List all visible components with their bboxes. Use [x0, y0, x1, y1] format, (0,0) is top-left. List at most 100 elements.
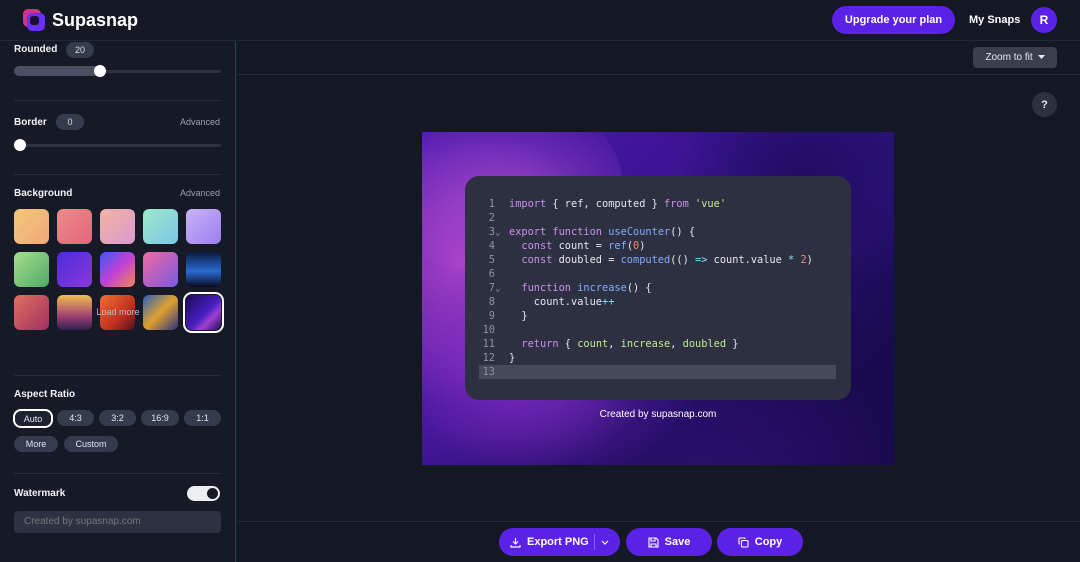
divider: [14, 375, 221, 376]
line-number: 11: [482, 338, 495, 350]
watermark-toggle[interactable]: [187, 486, 220, 501]
fold-icon[interactable]: ⌄: [495, 282, 509, 296]
border-value: 0: [56, 114, 84, 130]
code-line: 3⌄ export function useCounter() {: [479, 225, 836, 239]
app-header: Supasnap Upgrade your plan My Snaps R: [0, 0, 1080, 41]
aspect-ratio-custom[interactable]: Custom: [64, 436, 118, 452]
background-advanced-link[interactable]: Advanced: [180, 188, 220, 198]
code-text: function increase() {: [521, 282, 652, 294]
aspect-ratio-16-9[interactable]: 16:9: [141, 410, 179, 426]
line-number: 5: [488, 254, 495, 266]
code-text: return { count, increase, doubled }: [521, 338, 739, 350]
chevron-down-icon[interactable]: [601, 540, 609, 545]
background-swatch-1[interactable]: [14, 209, 49, 244]
code-line: 8 count.value++: [479, 295, 836, 309]
aspect-ratio-1-1[interactable]: 1:1: [184, 410, 221, 426]
line-number: 6: [488, 268, 495, 280]
line-number: 13: [482, 366, 495, 378]
chevron-down-icon: [1037, 55, 1045, 59]
save-button[interactable]: Save: [626, 528, 712, 556]
background-swatch-7[interactable]: [57, 252, 92, 287]
code-line: 9 }: [479, 309, 836, 323]
save-label: Save: [664, 536, 691, 548]
background-swatch-5[interactable]: [186, 209, 221, 244]
aspect-ratio-auto[interactable]: Auto: [13, 409, 53, 428]
divider: [14, 174, 221, 175]
code-line: 12 }: [479, 351, 836, 365]
background-swatch-6[interactable]: [14, 252, 49, 287]
fold-icon[interactable]: ⌄: [495, 226, 509, 240]
logo-icon[interactable]: [23, 9, 45, 31]
watermark-label: Watermark: [14, 488, 66, 499]
line-number: 9: [488, 310, 495, 322]
brand-name[interactable]: Supasnap: [52, 10, 138, 31]
line-number: 3: [488, 226, 495, 238]
copy-button[interactable]: Copy: [717, 528, 803, 556]
code-text: import { ref, computed } from 'vue': [509, 198, 727, 210]
code-line: 13: [479, 365, 836, 379]
aspect-ratio-label: Aspect Ratio: [14, 389, 76, 400]
code-line: 4 const count = ref(0): [479, 239, 836, 253]
code-text: export function useCounter() {: [509, 226, 696, 238]
toggle-knob: [207, 488, 218, 499]
zoom-label: Zoom to fit: [985, 52, 1033, 63]
line-number: 10: [482, 324, 495, 336]
background-swatch-10[interactable]: [186, 252, 221, 287]
copy-label: Copy: [754, 536, 783, 548]
border-slider-track[interactable]: [14, 144, 221, 147]
background-label: Background: [14, 188, 73, 199]
code-block[interactable]: 1 import { ref, computed } from 'vue' 2 3…: [479, 197, 836, 379]
rounded-label: Rounded: [14, 44, 58, 55]
border-advanced-link[interactable]: Advanced: [180, 117, 220, 127]
code-text: }: [509, 310, 528, 322]
line-number: 2: [488, 212, 495, 224]
export-divider: [594, 534, 595, 550]
code-text: }: [509, 352, 516, 364]
rounded-value: 20: [66, 42, 94, 58]
my-snaps-link[interactable]: My Snaps: [969, 14, 1020, 26]
code-line: 2: [479, 211, 836, 225]
background-swatch-3[interactable]: [100, 209, 135, 244]
aspect-ratio-more[interactable]: More: [14, 436, 58, 452]
line-number: 12: [482, 352, 495, 364]
aspect-ratio-4-3[interactable]: 4:3: [57, 410, 94, 426]
watermark-credit: Created by supasnap.com: [599, 409, 717, 420]
upgrade-plan-button[interactable]: Upgrade your plan: [832, 6, 955, 34]
line-number: 1: [488, 198, 495, 210]
background-swatch-4[interactable]: [143, 209, 178, 244]
code-line: 5 const doubled = computed(() => count.v…: [479, 253, 836, 267]
help-button[interactable]: ?: [1032, 92, 1057, 117]
code-line: 1 import { ref, computed } from 'vue': [479, 197, 836, 211]
border-slider-thumb[interactable]: [14, 139, 26, 151]
background-swatch-2[interactable]: [57, 209, 92, 244]
watermark-input[interactable]: [14, 511, 221, 533]
code-line: 11 return { count, increase, doubled }: [479, 337, 836, 351]
avatar[interactable]: R: [1031, 7, 1057, 33]
background-swatch-9[interactable]: [143, 252, 178, 287]
save-icon: [648, 536, 659, 548]
rounded-slider-thumb[interactable]: [93, 65, 106, 77]
line-number: 8: [488, 296, 495, 308]
line-number: 7: [488, 282, 495, 294]
load-more-button[interactable]: Load more: [0, 307, 236, 317]
rounded-slider-fill: [14, 66, 102, 76]
zoom-select[interactable]: Zoom to fit: [973, 47, 1057, 68]
background-swatch-8[interactable]: [100, 252, 135, 287]
line-number: 4: [488, 240, 495, 252]
code-line: 7⌄ function increase() {: [479, 281, 836, 295]
divider: [14, 473, 221, 474]
code-text: const doubled = computed(() => count.val…: [521, 254, 813, 266]
divider: [14, 100, 221, 101]
copy-icon: [738, 536, 749, 548]
download-icon: [510, 537, 521, 548]
aspect-ratio-3-2[interactable]: 3:2: [99, 410, 136, 426]
